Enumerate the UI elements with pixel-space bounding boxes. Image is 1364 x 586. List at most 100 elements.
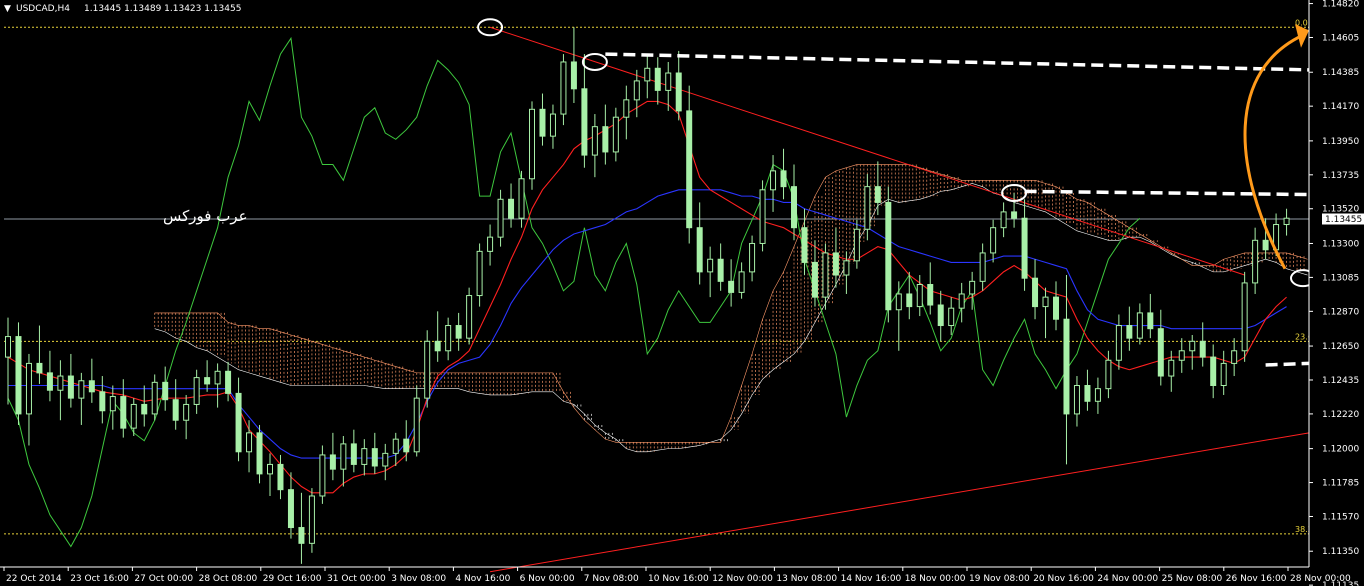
bullish-candle-body <box>1073 385 1080 415</box>
bullish-candle-body <box>1241 282 1248 352</box>
bearish-candle-body <box>1053 296 1059 320</box>
bullish-candle-body <box>466 295 473 339</box>
bullish-candle-body <box>1105 359 1112 390</box>
bearish-candle-body <box>329 454 336 470</box>
bearish-candle-body <box>801 227 808 263</box>
bullish-candle-body <box>958 293 965 309</box>
bullish-candle-body <box>476 250 483 297</box>
time-tick-label: 6 Nov 00:00 <box>520 574 575 584</box>
bullish-candle-body <box>1168 359 1175 377</box>
price-tick-label: 1.11785 <box>1322 479 1359 489</box>
bullish-candle-body <box>1231 350 1238 364</box>
bearish-candle-body <box>371 448 378 467</box>
bullish-candle-body <box>707 258 714 273</box>
bullish-candle-body <box>529 108 535 180</box>
time-tick-label: 7 Nov 08:00 <box>584 574 639 584</box>
bullish-candle-body <box>853 228 860 262</box>
bullish-candle-body <box>109 396 116 412</box>
bullish-candle-body <box>623 99 630 118</box>
bearish-candle-body <box>570 61 577 90</box>
chart-header: ▼ USDCAD,H4 1.13445 1.13489 1.13423 1.13… <box>4 4 241 14</box>
bullish-candle-body <box>130 403 137 429</box>
bullish-candle-body <box>770 170 777 191</box>
bearish-candle-body <box>1084 385 1091 402</box>
bearish-candle-body <box>15 336 22 415</box>
bearish-candle-body <box>581 88 588 156</box>
bullish-candle-body <box>1220 362 1227 387</box>
bearish-candle-body <box>654 67 661 91</box>
bullish-candle-body <box>979 252 986 282</box>
time-tick-label: 26 Nov 16:00 <box>1226 574 1287 584</box>
candle <box>529 101 535 190</box>
bullish-candle-body <box>990 227 997 254</box>
bearish-candle-body <box>791 186 797 229</box>
price-tick-label: 1.12870 <box>1322 307 1359 317</box>
bullish-candle-body <box>214 370 221 385</box>
time-tick-label: 24 Nov 00:00 <box>1097 574 1158 584</box>
bullish-candle-body <box>759 189 766 244</box>
current-price-label: 1.13455 <box>1325 215 1362 225</box>
bearish-candle-body <box>46 372 53 391</box>
bearish-candle-body <box>1147 312 1154 330</box>
time-tick-label: 29 Oct 16:00 <box>263 574 322 584</box>
bullish-candle-body <box>424 340 431 399</box>
bullish-candle-body <box>612 116 619 153</box>
time-tick-label: 31 Oct 00:00 <box>327 574 386 584</box>
bearish-candle-body <box>1126 325 1133 339</box>
bullish-candle-body <box>57 375 64 391</box>
bullish-candle-body <box>319 454 326 497</box>
bullish-candle-body <box>1042 296 1049 308</box>
time-tick-label: 28 Nov 00:00 <box>1290 574 1351 584</box>
bullish-candle-body <box>413 397 420 453</box>
bearish-candle-body <box>235 392 242 453</box>
bearish-candle-body <box>350 443 357 465</box>
candlestick-chart[interactable]: 0.023.638.2 1.148201.146051.143851.14170… <box>0 0 1364 586</box>
time-tick-label: 3 Nov 08:00 <box>391 574 446 584</box>
chart-background <box>0 0 1364 586</box>
bearish-candle-body <box>696 227 703 273</box>
bearish-candle-body <box>811 261 818 298</box>
price-tick-label: 1.13300 <box>1322 239 1359 249</box>
bullish-candle-body <box>246 432 253 453</box>
bearish-candle-body <box>906 293 913 308</box>
bearish-candle-body <box>120 396 127 429</box>
price-tick-label: 1.11570 <box>1322 512 1359 522</box>
bullish-candle-body <box>1252 239 1259 284</box>
time-tick-label: 18 Nov 00:00 <box>905 574 966 584</box>
bullish-candle-body <box>916 284 923 308</box>
bearish-candle-body <box>1262 239 1269 251</box>
bullish-candle-body <box>591 126 598 156</box>
time-tick-label: 4 Nov 16:00 <box>455 574 510 584</box>
bullish-candle-body <box>633 80 640 101</box>
candle <box>759 180 766 252</box>
time-tick-label: 22 Oct 2014 <box>6 574 62 584</box>
bullish-candle-body <box>644 67 651 82</box>
bullish-candle-body <box>1283 217 1290 226</box>
bearish-candle-body <box>885 201 892 311</box>
candle <box>15 322 22 425</box>
price-tick-label: 1.12220 <box>1322 410 1359 420</box>
bullish-candle-body <box>361 448 368 465</box>
bearish-candle-body <box>1011 211 1018 219</box>
bearish-candle-body <box>67 375 74 399</box>
bullish-candle-body <box>5 336 11 358</box>
time-tick-label: 12 Nov 00:00 <box>712 574 773 584</box>
bearish-candle-body <box>1032 277 1039 308</box>
bearish-candle-body <box>141 403 148 415</box>
bullish-candle-body <box>1178 350 1185 361</box>
bullish-candle-body <box>193 377 200 405</box>
bullish-candle-body <box>749 242 756 273</box>
candle <box>308 488 315 553</box>
bearish-candle-body <box>455 325 462 339</box>
bullish-candle-body <box>183 403 190 421</box>
time-tick-label: 10 Nov 16:00 <box>648 574 709 584</box>
bearish-candle-body <box>287 489 294 529</box>
price-tick-label: 1.11350 <box>1322 547 1359 557</box>
bearish-candle-body <box>539 108 546 137</box>
time-tick-label: 14 Nov 16:00 <box>841 574 902 584</box>
bearish-candle-body <box>1157 328 1164 377</box>
bearish-candle-body <box>780 170 787 188</box>
price-tick-label: 1.12435 <box>1322 376 1359 386</box>
menu-arrow-icon[interactable]: ▼ <box>4 4 11 14</box>
price-tick-label: 1.14820 <box>1322 0 1359 10</box>
